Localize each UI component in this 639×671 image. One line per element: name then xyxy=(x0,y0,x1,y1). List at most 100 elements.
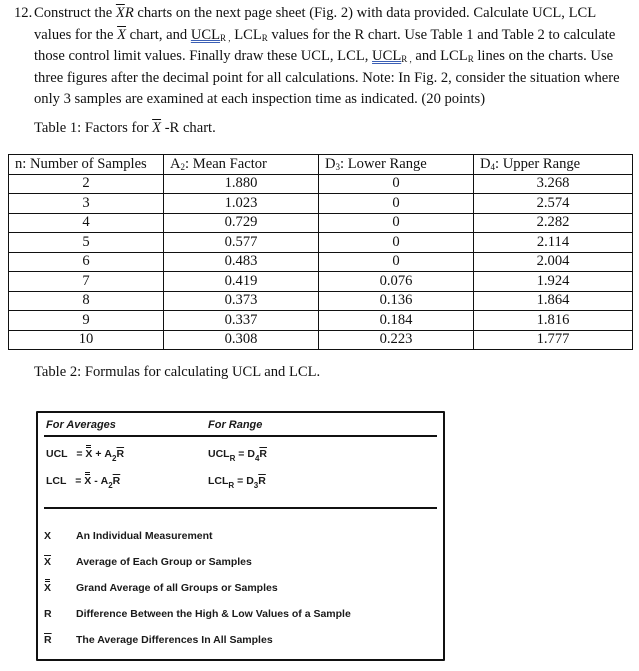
text: + xyxy=(95,448,102,460)
table-cell: 0.483 xyxy=(163,251,319,272)
legend-symbol: X xyxy=(44,530,52,542)
table-cell: 7 xyxy=(8,271,164,292)
legend-definition: Average of Each Group or Samples xyxy=(76,556,252,568)
question-line-3: those control limit values. Finally draw… xyxy=(34,46,613,68)
legend-symbol: R xyxy=(44,608,52,620)
text: = xyxy=(237,475,244,487)
lcl-formula: LCL = X - A2R xyxy=(46,472,120,490)
text: : Upper Range xyxy=(495,155,581,172)
table-cell: 0.419 xyxy=(163,271,319,292)
question-number: 12. xyxy=(14,5,33,21)
table-row: 9 0.337 0.184 1.816 xyxy=(8,310,633,331)
table-cell: 0.337 xyxy=(163,310,319,331)
legend-symbol: X xyxy=(44,579,64,594)
table-cell: 0.184 xyxy=(318,310,474,331)
x-bar-symbol: X xyxy=(115,5,125,21)
table-row: 8 0.373 0.136 1.864 xyxy=(8,290,633,311)
question-line-2: values for the X chart, and UCLR , LCLR … xyxy=(34,25,615,47)
subscript: R xyxy=(228,481,235,490)
table-cell: 0 xyxy=(318,173,474,194)
x-double-bar: X xyxy=(44,579,52,594)
table-cell: 1.023 xyxy=(163,193,319,214)
text: chart, and xyxy=(126,26,191,43)
x-bar-symbol: X xyxy=(152,120,162,136)
table-cell: 2.282 xyxy=(473,212,633,233)
question-line-5: only 3 samples are examined at each insp… xyxy=(34,91,486,107)
text: and LCL xyxy=(411,48,468,64)
table-cell: 0 xyxy=(318,193,474,214)
x-bar-symbol: X xyxy=(117,26,126,43)
r-bar: R xyxy=(259,448,267,460)
table-cell: 8 xyxy=(8,290,164,311)
table-cell: 0.577 xyxy=(163,232,319,253)
r-symbol: R xyxy=(124,5,134,21)
table-cell: 2 xyxy=(8,173,164,194)
question-line-1: Construct the XR charts on the next page… xyxy=(34,3,596,25)
table-cell: 1.777 xyxy=(473,329,633,350)
text: : Mean Factor xyxy=(185,155,267,172)
text: UCL xyxy=(190,26,221,43)
table-row: 7 0.419 0.076 1.924 xyxy=(8,271,633,292)
text: LCL xyxy=(208,475,229,487)
text: values for the R chart. Use Table 1 and … xyxy=(267,26,616,43)
table-cell: 9 xyxy=(8,310,164,331)
legend-definition: An Individual Measurement xyxy=(76,530,213,542)
text: D xyxy=(247,448,255,460)
lcl-r-formula: LCLR = D3R xyxy=(208,475,266,490)
text: UCL xyxy=(372,48,402,64)
text: D xyxy=(246,475,254,487)
r-bar: R xyxy=(116,448,125,460)
table-cell: 1.816 xyxy=(473,310,633,331)
col-range-heading: For Range xyxy=(208,419,263,431)
text: - xyxy=(94,475,98,487)
text: = xyxy=(76,448,83,460)
table-header-row: n: Number of Samples A2: Mean Factor D3:… xyxy=(8,154,633,175)
table-cell: 0.373 xyxy=(163,290,319,311)
x-double-bar: X xyxy=(84,472,92,487)
table-cell: 0.136 xyxy=(318,290,474,311)
legend-definition: Grand Average of all Groups or Samples xyxy=(76,582,278,594)
factors-table: n: Number of Samples A2: Mean Factor D3:… xyxy=(8,154,633,350)
table-cell: 1.924 xyxy=(473,271,633,292)
legend-symbol: R xyxy=(44,634,52,646)
table-cell: 1.880 xyxy=(163,173,319,194)
table-row: 10 0.308 0.223 1.777 xyxy=(8,329,633,350)
text: D xyxy=(325,155,336,172)
subscript: R , xyxy=(401,54,412,64)
header-d3: D3: Lower Range xyxy=(318,154,474,175)
text: : Lower Range xyxy=(340,155,427,172)
table-cell: 0 xyxy=(318,212,474,233)
text: lines on the charts. Use xyxy=(473,48,614,64)
legend-definition: Difference Between the High & Low Values… xyxy=(76,608,351,620)
table-row: 4 0.729 0 2.282 xyxy=(8,212,633,233)
legend-symbol: X xyxy=(44,556,52,568)
divider xyxy=(44,435,437,437)
table-cell: 2.114 xyxy=(473,232,633,253)
text: = xyxy=(238,448,245,460)
table-cell: 2.004 xyxy=(473,251,633,272)
table2-caption: Table 2: Formulas for calculating UCL an… xyxy=(34,364,321,380)
header-n: n: Number of Samples xyxy=(8,154,164,175)
text: = xyxy=(75,475,82,487)
ucl-r-formula: UCLR = D4R xyxy=(208,448,267,463)
text: UCL xyxy=(46,448,68,460)
col-averages-heading: For Averages xyxy=(46,419,116,431)
divider xyxy=(44,507,437,509)
table-cell: 0 xyxy=(318,251,474,272)
table-cell: 0 xyxy=(318,232,474,253)
header-a2: A2: Mean Factor xyxy=(163,154,319,175)
text: values for the xyxy=(34,26,118,43)
text: D xyxy=(480,155,491,172)
text: those control limit values. Finally draw… xyxy=(34,48,373,64)
table-cell: 0.729 xyxy=(163,212,319,233)
table-cell: 0.223 xyxy=(318,329,474,350)
formulas-box: For Averages For Range UCL = X + A2R LCL… xyxy=(36,411,445,661)
header-d4: D4: Upper Range xyxy=(473,154,633,175)
table-cell: 3.268 xyxy=(473,173,633,194)
table-cell: 3 xyxy=(8,193,164,214)
text: -R chart. xyxy=(161,120,216,136)
subscript: R , xyxy=(220,32,231,43)
table-row: 2 1.880 0 3.268 xyxy=(8,173,633,194)
table-cell: 2.574 xyxy=(473,193,633,214)
text: A xyxy=(170,155,181,172)
